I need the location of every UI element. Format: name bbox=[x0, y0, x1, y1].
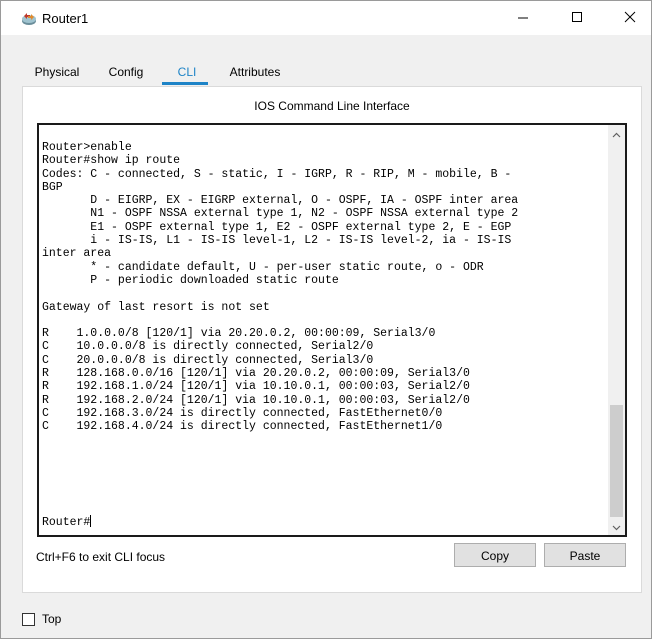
title-bar[interactable]: Router1 bbox=[1, 1, 651, 35]
text-cursor bbox=[90, 515, 92, 527]
minimize-icon bbox=[517, 11, 529, 26]
copy-button[interactable]: Copy bbox=[454, 543, 536, 567]
maximize-button[interactable] bbox=[554, 1, 600, 35]
scroll-down-button[interactable] bbox=[608, 518, 625, 535]
close-icon bbox=[624, 11, 636, 26]
exit-focus-hint: Ctrl+F6 to exit CLI focus bbox=[36, 550, 166, 564]
tab-physical[interactable]: Physical bbox=[28, 58, 86, 88]
scroll-up-button[interactable] bbox=[608, 125, 625, 142]
cli-panel: IOS Command Line Interface Router>enable… bbox=[22, 86, 642, 593]
cli-prompt-line[interactable]: Router# bbox=[42, 515, 92, 529]
cli-prompt: Router# bbox=[42, 516, 91, 529]
cli-terminal[interactable]: Router>enable Router#show ip route Codes… bbox=[37, 123, 627, 537]
chevron-down-icon bbox=[612, 520, 621, 534]
cli-heading: IOS Command Line Interface bbox=[254, 99, 410, 113]
active-tab-indicator bbox=[162, 82, 208, 85]
top-checkbox-label[interactable]: Top bbox=[42, 612, 61, 626]
paste-button[interactable]: Paste bbox=[544, 543, 626, 567]
minimize-button[interactable] bbox=[500, 1, 546, 35]
tab-attributes[interactable]: Attributes bbox=[219, 58, 291, 88]
router-window: Router1 Physical Config CLI Attributes I… bbox=[0, 0, 652, 639]
chevron-up-icon bbox=[612, 127, 621, 141]
top-checkbox[interactable] bbox=[22, 613, 35, 626]
maximize-icon bbox=[571, 11, 583, 26]
tab-config[interactable]: Config bbox=[102, 58, 150, 88]
window-title: Router1 bbox=[42, 11, 89, 26]
close-button[interactable] bbox=[607, 1, 652, 35]
cli-output: Router>enable Router#show ip route Codes… bbox=[42, 141, 519, 434]
scroll-thumb[interactable] bbox=[610, 405, 623, 517]
router-app-icon bbox=[21, 12, 37, 26]
cli-scrollbar[interactable] bbox=[608, 125, 625, 535]
